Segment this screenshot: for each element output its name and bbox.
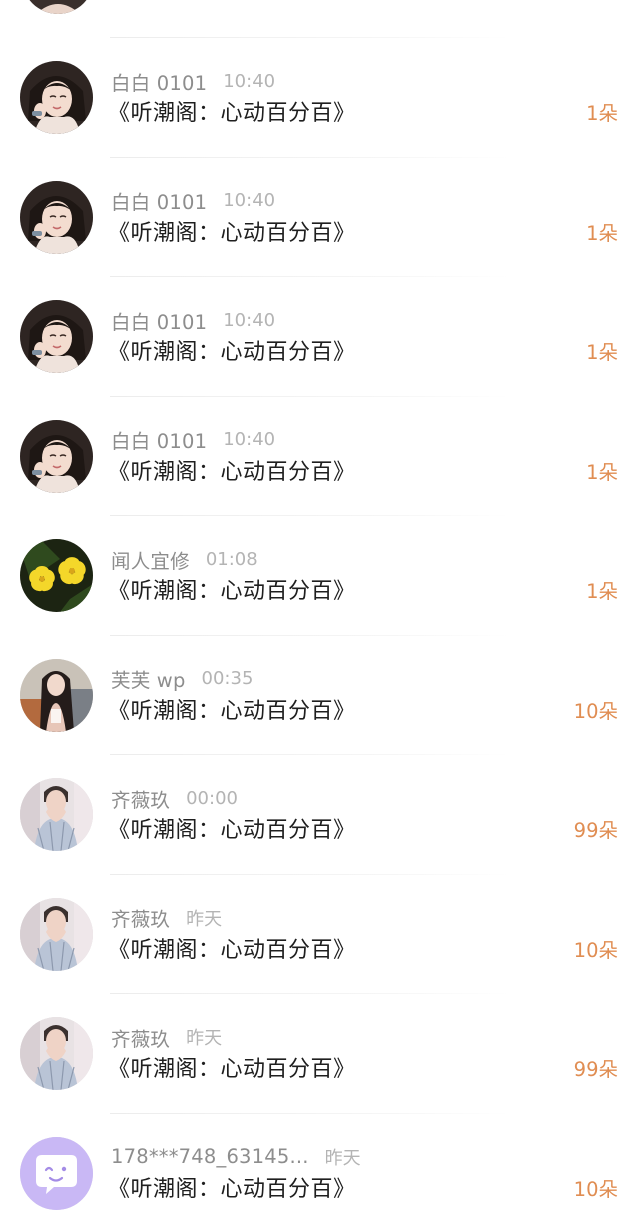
gift-title: 《听潮阁：心动百分百》: [108, 459, 356, 485]
sender-name[interactable]: 闻人宜修: [111, 545, 190, 574]
row-meta: 白白 0101 10:40: [111, 188, 275, 214]
gift-record-row[interactable]: 白白 0101 10:40 《听潮阁：心动百分百》 1朵: [0, 158, 640, 277]
sender-name[interactable]: 芙芙 wp: [111, 664, 186, 693]
gift-record-row[interactable]: 闻人宜修 01:08 《听潮阁：心动百分百》 1朵: [0, 516, 640, 636]
gift-title: 《听潮阁：心动百分百》: [108, 101, 356, 126]
gift-record-row[interactable]: 白白 0101 10:40 《听潮阁：心动百分百》 1朵: [0, 38, 640, 158]
flower-count: 10朵: [573, 938, 618, 962]
row-meta: 178***748_63145... 昨天: [111, 1144, 361, 1170]
gift-title: 《听潮阁：心动百分百》: [108, 698, 356, 724]
gift-title: 《听潮阁：心动百分百》: [108, 1057, 356, 1082]
sender-name[interactable]: 齐薇玖: [111, 784, 170, 813]
row-meta: 齐薇玖 昨天: [111, 905, 222, 931]
gift-title: 《听潮阁：心动百分百》: [108, 937, 356, 963]
gift-record-row[interactable]: 178***748_63145... 昨天 《听潮阁：心动百分百》 10朵: [0, 1114, 640, 1226]
heart-hands-boy-avatar[interactable]: [20, 778, 93, 851]
send-time: 昨天: [186, 1028, 223, 1049]
send-time: 10:40: [223, 190, 276, 211]
gift-record-row[interactable]: 白白 0101 10:40 《听潮阁：心动百分百》 1朵: [0, 397, 640, 516]
send-time: 00:00: [186, 787, 238, 809]
flower-count: 99朵: [573, 819, 618, 842]
gift-title: 《听潮阁：心动百分百》: [108, 1176, 356, 1202]
flower-count: 1朵: [586, 221, 618, 245]
girl-photo-avatar[interactable]: [20, 61, 93, 134]
send-time: 10:40: [223, 70, 276, 92]
row-meta: 闻人宜修 01:08: [111, 545, 258, 574]
flower-count: 1朵: [586, 102, 618, 125]
sender-name[interactable]: 齐薇玖: [111, 903, 170, 932]
send-time: 昨天: [186, 908, 223, 930]
send-time: 昨天: [324, 1147, 361, 1169]
row-meta: 白白 0101 10:40: [111, 67, 276, 96]
row-meta: 齐薇玖 昨天: [111, 1023, 223, 1052]
row-meta: 白白 0101 10:40: [111, 427, 275, 453]
flower-count: 1朵: [586, 460, 618, 484]
gift-record-list-screen: 白白 0101 10:40 《听潮阁：心动百分百》 1朵 白白 0101 10:…: [0, 0, 640, 1226]
long-hair-girl-avatar[interactable]: [20, 658, 93, 732]
sender-name[interactable]: 齐薇玖: [111, 1023, 170, 1052]
gift-title: 《听潮阁：心动百分百》: [108, 579, 356, 604]
gift-record-row[interactable]: 齐薇玖 昨天 《听潮阁：心动百分百》 10朵: [0, 875, 640, 994]
row-meta: 齐薇玖 00:00: [111, 784, 238, 813]
flower-count: 1朵: [586, 341, 618, 364]
row-meta: 芙芙 wp 00:35: [111, 666, 253, 692]
sender-name[interactable]: 178***748_63145...: [111, 1145, 309, 1168]
sender-name[interactable]: 白白 0101: [111, 425, 207, 454]
sender-name[interactable]: 白白 0101: [111, 186, 207, 215]
send-time: 10:40: [223, 429, 276, 450]
girl-photo-avatar[interactable]: [20, 419, 93, 493]
sender-name[interactable]: 白白 0101: [111, 306, 207, 335]
yellow-flower-avatar[interactable]: [20, 539, 93, 612]
previous-row-avatar[interactable]: [22, 0, 94, 14]
gift-title: 《听潮阁：心动百分百》: [108, 340, 356, 365]
send-time: 10:40: [223, 309, 276, 331]
flower-count: 10朵: [573, 1177, 618, 1201]
gift-title: 《听潮阁：心动百分百》: [108, 220, 356, 246]
gift-title: 《听潮阁：心动百分百》: [108, 818, 356, 843]
gift-record-row[interactable]: 齐薇玖 00:00 《听潮阁：心动百分百》 99朵: [0, 755, 640, 875]
send-time: 01:08: [205, 548, 258, 570]
row-meta: 白白 0101 10:40: [111, 306, 276, 335]
send-time: 00:35: [201, 668, 254, 689]
sender-name[interactable]: 白白 0101: [111, 67, 207, 96]
flower-count: 10朵: [573, 699, 618, 723]
gift-record-row[interactable]: 齐薇玖 昨天 《听潮阁：心动百分百》 99朵: [0, 994, 640, 1114]
gift-record-row[interactable]: 白白 0101 10:40 《听潮阁：心动百分百》 1朵: [0, 277, 640, 397]
default-chat-avatar[interactable]: [20, 1136, 93, 1210]
gift-record-row[interactable]: 芙芙 wp 00:35 《听潮阁：心动百分百》 10朵: [0, 636, 640, 755]
heart-hands-boy-avatar[interactable]: [20, 1017, 93, 1090]
girl-photo-avatar[interactable]: [20, 180, 93, 254]
flower-count: 99朵: [573, 1058, 618, 1081]
heart-hands-boy-avatar[interactable]: [20, 897, 93, 971]
girl-photo-avatar[interactable]: [20, 300, 93, 373]
flower-count: 1朵: [586, 580, 618, 603]
